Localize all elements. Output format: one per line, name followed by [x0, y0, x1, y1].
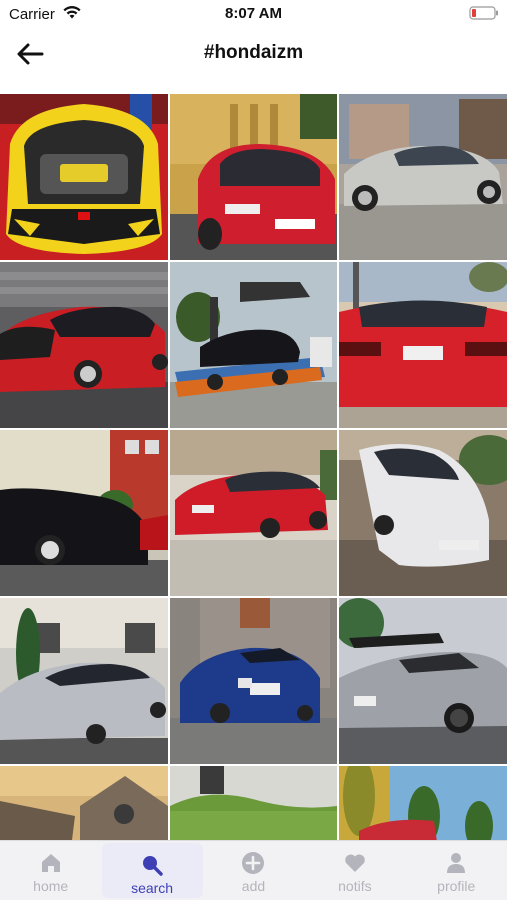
white-civic-hatch-photo — [339, 430, 507, 596]
grass-field-photo — [170, 766, 337, 842]
tab-home-label: home — [33, 878, 69, 894]
red-civic-rear-photo — [339, 262, 507, 428]
photo-tile[interactable] — [339, 598, 507, 764]
tab-search-label: search — [131, 880, 174, 896]
red-civic-sedan-parking-photo — [170, 430, 337, 596]
yellow-civic-type-r-photo — [0, 94, 168, 260]
photo-grid — [0, 94, 507, 842]
photo-tile[interactable] — [339, 94, 507, 260]
tab-search[interactable]: search — [101, 843, 203, 898]
profile-icon — [447, 853, 466, 873]
building-sunset-photo — [0, 766, 168, 842]
blue-civic-hatch-photo — [170, 598, 337, 764]
search-icon — [143, 856, 163, 876]
photo-tile[interactable] — [170, 262, 337, 428]
photo-tile[interactable] — [339, 262, 507, 428]
tab-home[interactable]: home — [0, 841, 101, 900]
photo-tile[interactable] — [0, 262, 168, 428]
tab-notifs[interactable]: notifs — [304, 841, 405, 900]
photo-tile[interactable] — [0, 598, 168, 764]
red-civic-hatch-photo — [170, 94, 337, 260]
tab-bar: home search add notifs profile — [0, 840, 507, 900]
photo-tile[interactable] — [170, 598, 337, 764]
tow-truck-photo — [170, 262, 337, 428]
nav-bar: #hondaizm — [0, 28, 507, 88]
silver-s2000-photo — [339, 598, 507, 764]
status-time: 8:07 AM — [225, 5, 282, 22]
silver-civic-sedan-photo — [339, 94, 507, 260]
photo-tile[interactable] — [339, 766, 507, 842]
tab-profile-label: profile — [437, 878, 476, 894]
tab-add-label: add — [241, 878, 266, 894]
page-title: #hondaizm — [203, 42, 304, 63]
red-car-trees-photo — [339, 766, 507, 842]
tab-notifs-label: notifs — [338, 878, 372, 894]
photo-tile[interactable] — [0, 766, 168, 842]
photo-tile[interactable] — [0, 94, 168, 260]
home-icon — [41, 854, 60, 872]
tab-profile[interactable]: profile — [406, 841, 507, 900]
photo-tile[interactable] — [339, 430, 507, 596]
heart-icon — [345, 854, 365, 872]
photo-tile[interactable] — [170, 766, 337, 842]
black-civic-hatch-photo — [0, 430, 168, 596]
photo-tile[interactable] — [0, 430, 168, 596]
status-bar: Carrier 8:07 AM — [0, 0, 507, 28]
red-civic-sedan-photo — [0, 262, 168, 428]
photo-tile[interactable] — [170, 430, 337, 596]
silver-civic-sedan-photo-2 — [0, 598, 168, 764]
photo-tile[interactable] — [170, 94, 337, 260]
tab-add[interactable]: add — [203, 841, 304, 900]
add-icon — [242, 852, 265, 874]
battery-icon — [469, 6, 498, 20]
